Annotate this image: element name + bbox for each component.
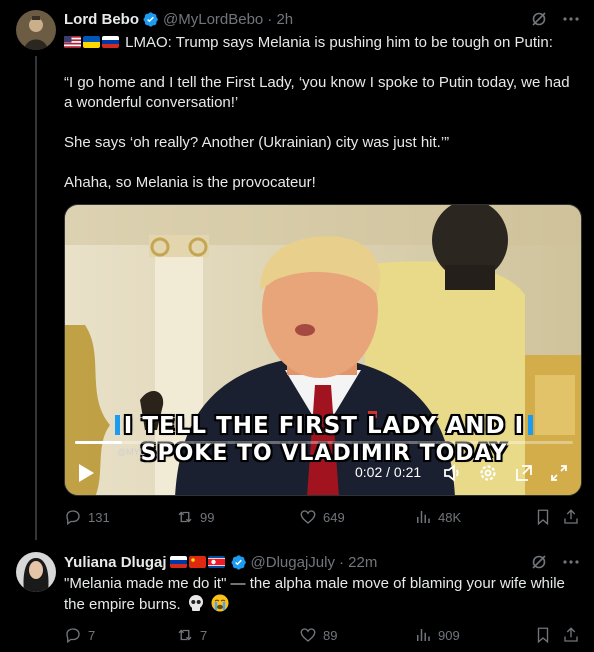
ukraine-flag bbox=[83, 36, 100, 48]
display-name[interactable]: Yuliana Dlugaj bbox=[64, 554, 167, 571]
skull-emoji bbox=[188, 595, 203, 611]
video-caption-line-1: I TELL THE FIRST LADY AND I bbox=[65, 413, 581, 439]
timestamp[interactable]: · 2h bbox=[267, 11, 293, 28]
repost-button[interactable]: 7 bbox=[176, 626, 207, 644]
tweet-quote-paragraph: She says ‘oh really? Another (Ukrainian)… bbox=[64, 134, 450, 151]
like-button[interactable]: 89 bbox=[299, 626, 337, 644]
us-flag bbox=[64, 36, 81, 48]
caption-accent-bar bbox=[528, 415, 534, 435]
reply-count: 7 bbox=[88, 627, 96, 643]
tweet-line-intro: LMAO: Trump says Melania is pushing him … bbox=[64, 33, 580, 53]
more-options-icon[interactable] bbox=[562, 10, 580, 28]
tweet-action-bar: 131 99 649 48K bbox=[64, 508, 582, 528]
share-button[interactable] bbox=[562, 508, 580, 526]
tweet-header: Yuliana Dlugaj @DlugajJuly · 22m bbox=[64, 552, 580, 572]
north-korea-flag bbox=[207, 555, 225, 568]
tweet-text-line-1: "Melania made me do it" — the alpha male… bbox=[64, 575, 565, 592]
pop-out-icon[interactable] bbox=[514, 462, 534, 484]
caption-accent-bar bbox=[114, 415, 120, 435]
timestamp[interactable]: · 22m bbox=[339, 554, 377, 571]
share-icon bbox=[564, 509, 578, 524]
russia-flag bbox=[102, 36, 119, 48]
more-options-icon[interactable] bbox=[562, 553, 580, 571]
tweet-intro-text: LMAO: Trump says Melania is pushing him … bbox=[125, 34, 553, 51]
repost-button[interactable]: 99 bbox=[176, 508, 214, 526]
repost-count: 99 bbox=[200, 509, 215, 525]
repost-icon bbox=[178, 629, 192, 641]
grok-icon[interactable] bbox=[530, 553, 548, 571]
views-button[interactable]: 909 bbox=[414, 626, 460, 644]
bookmark-button[interactable] bbox=[534, 626, 552, 644]
views-button[interactable]: 48K bbox=[414, 508, 461, 526]
video-progress-bar[interactable] bbox=[75, 441, 573, 444]
heart-icon bbox=[300, 510, 316, 524]
volume-icon[interactable] bbox=[442, 462, 462, 484]
heart-icon bbox=[300, 628, 316, 642]
bookmark-button[interactable] bbox=[534, 508, 552, 526]
tweet-text-line-2: the empire burns. bbox=[64, 594, 580, 615]
like-count: 89 bbox=[323, 627, 338, 643]
video-player[interactable]: I TELL THE FIRST LADY AND I SPOKE TO VLA… bbox=[64, 204, 582, 496]
caption-text-1: I TELL THE FIRST LADY AND I bbox=[123, 413, 525, 439]
grok-icon[interactable] bbox=[530, 10, 548, 28]
verified-badge-icon bbox=[231, 554, 246, 570]
views-icon bbox=[417, 629, 430, 641]
video-progress-fill bbox=[75, 441, 123, 444]
fullscreen-icon[interactable] bbox=[550, 462, 568, 484]
tweet-lord-bebo[interactable]: Lord Bebo @MyLordBebo · 2h LMAO: Trump s… bbox=[0, 0, 594, 540]
user-handle[interactable]: @DlugajJuly bbox=[251, 554, 335, 571]
tweet-text: "Melania made me do it" — the alpha male… bbox=[64, 574, 580, 615]
avatar[interactable] bbox=[16, 552, 56, 592]
settings-icon[interactable] bbox=[478, 462, 498, 484]
tweet-text-line-2-text: the empire burns. bbox=[64, 596, 181, 613]
russia-flag bbox=[169, 555, 187, 568]
reply-count: 131 bbox=[88, 509, 110, 525]
reply-button[interactable]: 7 bbox=[64, 626, 95, 644]
reply-button[interactable]: 131 bbox=[64, 508, 110, 526]
repost-count: 7 bbox=[200, 627, 208, 643]
like-count: 649 bbox=[323, 509, 345, 525]
user-handle[interactable]: @MyLordBebo bbox=[163, 11, 263, 28]
verified-badge-icon bbox=[143, 11, 158, 27]
bookmark-icon bbox=[537, 627, 549, 644]
tweet-header: Lord Bebo @MyLordBebo · 2h bbox=[64, 9, 580, 29]
tweet-closing-paragraph: Ahaha, so Melania is the provocateur! bbox=[64, 174, 316, 191]
share-button[interactable] bbox=[562, 626, 580, 644]
views-count: 48K bbox=[438, 509, 462, 525]
reply-icon bbox=[66, 510, 80, 526]
tweet-action-bar: 7 7 89 909 bbox=[64, 626, 582, 646]
avatar[interactable] bbox=[16, 10, 56, 50]
repost-icon bbox=[178, 511, 192, 523]
share-icon bbox=[564, 627, 578, 642]
display-name[interactable]: Lord Bebo bbox=[64, 11, 139, 28]
views-count: 909 bbox=[438, 627, 460, 643]
reply-icon bbox=[66, 628, 80, 644]
tweet-quote-paragraph: “I go home and I tell the First Lady, ‘y… bbox=[64, 74, 570, 111]
crying-emoji bbox=[211, 594, 229, 612]
play-icon[interactable] bbox=[77, 462, 95, 484]
views-icon bbox=[417, 511, 430, 523]
like-button[interactable]: 649 bbox=[299, 508, 345, 526]
tweet-text: LMAO: Trump says Melania is pushing him … bbox=[64, 33, 580, 213]
video-time: 0:02 / 0:21 bbox=[355, 464, 422, 480]
bookmark-icon bbox=[537, 509, 549, 526]
video-watermark: @MYL bbox=[117, 447, 145, 457]
tweet-yuliana-dlugaj[interactable]: Yuliana Dlugaj @DlugajJuly · 22m "Melani… bbox=[0, 540, 594, 652]
china-flag bbox=[188, 555, 206, 568]
thread-line bbox=[35, 56, 37, 540]
